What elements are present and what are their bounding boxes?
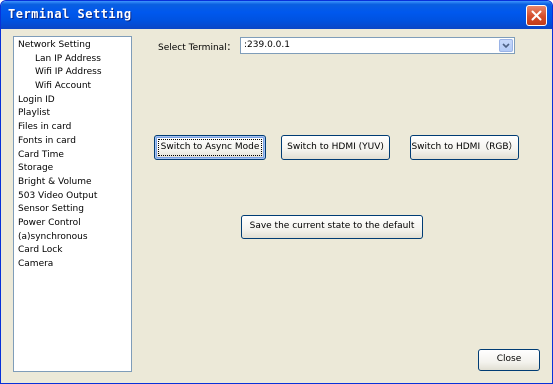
save-default-button[interactable]: Save the current state to the default [241,215,423,239]
nav-item[interactable]: Card Lock [14,244,131,258]
switch-async-button[interactable]: Switch to Async Mode [154,135,266,160]
nav-item[interactable]: Storage [14,162,131,176]
nav-item[interactable]: Power Control [14,217,131,231]
window-title: Terminal Setting [8,7,132,21]
close-icon [531,10,542,21]
terminal-select-value: :239.0.0.1 [244,40,290,50]
nav-item[interactable]: Network Setting [14,39,131,53]
nav-item[interactable]: Login ID [14,94,131,108]
nav-item[interactable]: 503 Video Output [14,190,131,204]
title-bar[interactable]: Terminal Setting [1,1,552,29]
nav-item[interactable]: Sensor Setting [14,203,131,217]
chevron-down-icon [502,42,510,48]
save-default-label: Save the current state to the default [249,221,415,231]
switch-hdmi-rgb-button[interactable]: Switch to HDMI（RGB） [410,135,519,160]
switch-hdmi-yuv-button[interactable]: Switch to HDMI (YUV) [281,135,390,160]
switch-hdmi-yuv-label: Switch to HDMI (YUV) [287,142,384,152]
nav-item[interactable]: Bright & Volume [14,176,131,190]
nav-item[interactable]: Camera [14,258,131,272]
terminal-setting-window: Terminal Setting Network Setting Lan IP A… [0,0,553,384]
nav-item[interactable]: (a)synchronous [14,231,131,245]
dialog-body: Network Setting Lan IP Address Wifi IP Add… [4,29,549,380]
nav-item[interactable]: Lan IP Address [14,53,131,67]
select-terminal-label: Select Terminal： [158,43,236,53]
nav-item[interactable]: Wifi IP Address [14,66,131,80]
nav-item[interactable]: Playlist [14,107,131,121]
focus-rect [158,139,262,156]
window-close-button[interactable] [526,5,547,26]
nav-item[interactable]: Card Time [14,149,131,163]
switch-hdmi-rgb-label: Switch to HDMI（RGB） [411,142,518,152]
nav-item[interactable]: Files in card [14,121,131,135]
settings-nav-list[interactable]: Network Setting Lan IP Address Wifi IP Add… [13,36,132,372]
nav-item[interactable]: Wifi Account [14,80,131,94]
terminal-select[interactable]: :239.0.0.1 [240,37,515,54]
close-button-label: Close [496,354,522,364]
close-button[interactable]: Close [478,349,540,371]
terminal-select-arrow[interactable] [499,39,513,52]
nav-item[interactable]: Fonts in card [14,135,131,149]
